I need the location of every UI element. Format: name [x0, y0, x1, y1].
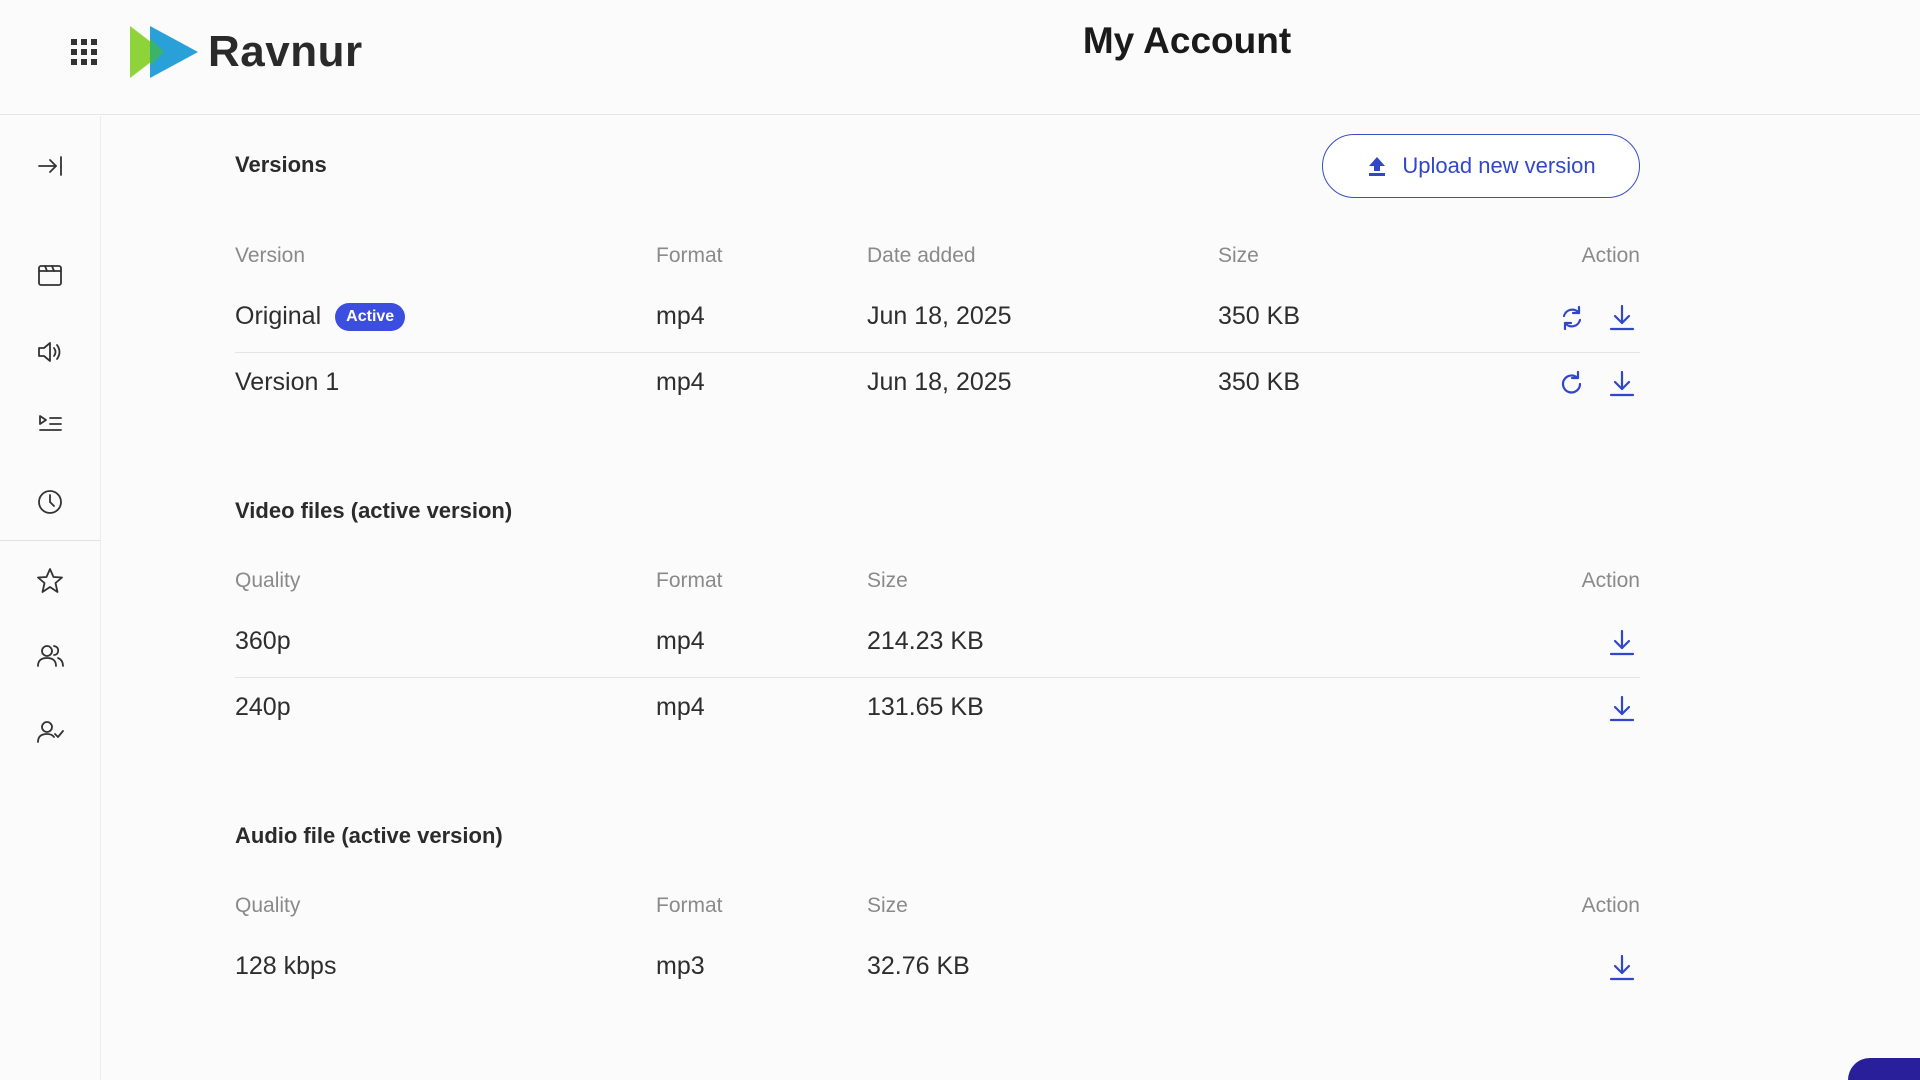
size-cell: 131.65 KB: [867, 693, 984, 721]
top-header: Ravnur My Account: [0, 0, 1920, 115]
row-divider: [235, 677, 1640, 678]
column-header: Size: [1218, 244, 1259, 267]
column-header: Version: [235, 244, 306, 267]
column-header: Format: [656, 244, 723, 267]
restore-icon[interactable]: [1557, 369, 1587, 399]
column-header: Format: [656, 569, 723, 592]
quality-cell: 128 kbps: [235, 952, 337, 980]
page-title: My Account: [1082, 20, 1292, 61]
row-divider: [235, 352, 1640, 353]
upload-button-label: Upload new version: [1402, 153, 1596, 178]
column-header: Size: [867, 569, 908, 592]
download-icon[interactable]: [1607, 694, 1637, 724]
column-header: Action: [1581, 894, 1640, 917]
upload-new-version-button[interactable]: Upload new version: [1322, 134, 1640, 198]
version-name: Version 1: [235, 368, 340, 396]
help-widget-button[interactable]: [1848, 1058, 1920, 1080]
playlist-icon[interactable]: [30, 404, 70, 444]
size-cell: 32.76 KB: [867, 952, 970, 980]
video-files-title: Video files (active version): [235, 498, 513, 523]
groups-icon[interactable]: [30, 636, 70, 676]
date-cell: Jun 18, 2025: [867, 302, 1012, 330]
size-cell: 350 KB: [1218, 368, 1301, 396]
date-cell: Jun 18, 2025: [867, 368, 1012, 396]
column-header: Quality: [235, 569, 301, 592]
column-header: Size: [867, 894, 908, 917]
audio-file-title: Audio file (active version): [235, 823, 503, 848]
quality-cell: 360p: [235, 627, 291, 655]
size-cell: 350 KB: [1218, 302, 1301, 330]
audio-icon[interactable]: [30, 332, 70, 372]
upload-icon: [1369, 157, 1386, 176]
quality-cell: 240p: [235, 693, 291, 721]
format-cell: mp3: [656, 952, 705, 980]
format-cell: mp4: [656, 627, 705, 655]
history-icon[interactable]: [30, 482, 70, 522]
active-badge: Active: [335, 303, 406, 331]
download-icon[interactable]: [1607, 369, 1637, 399]
versions-title: Versions: [235, 152, 327, 177]
collapse-icon[interactable]: [30, 146, 70, 186]
download-icon[interactable]: [1607, 953, 1637, 983]
sidebar-divider: [0, 540, 100, 541]
favorites-icon[interactable]: [30, 561, 70, 601]
user-check-icon[interactable]: [30, 712, 70, 752]
format-cell: mp4: [656, 368, 705, 396]
column-header: Date added: [867, 244, 976, 267]
format-cell: mp4: [656, 693, 705, 721]
table-row-version: Original Active: [235, 302, 406, 331]
sidebar: [0, 116, 101, 1080]
sync-icon[interactable]: [1557, 303, 1587, 333]
column-header: Action: [1581, 569, 1640, 592]
column-header: Action: [1581, 244, 1640, 267]
column-header: Quality: [235, 894, 301, 917]
download-icon[interactable]: [1607, 628, 1637, 658]
format-cell: mp4: [656, 302, 705, 330]
media-icon[interactable]: [30, 255, 70, 295]
download-icon[interactable]: [1607, 303, 1637, 333]
size-cell: 214.23 KB: [867, 627, 984, 655]
column-header: Format: [656, 894, 723, 917]
version-name: Original: [235, 302, 322, 330]
